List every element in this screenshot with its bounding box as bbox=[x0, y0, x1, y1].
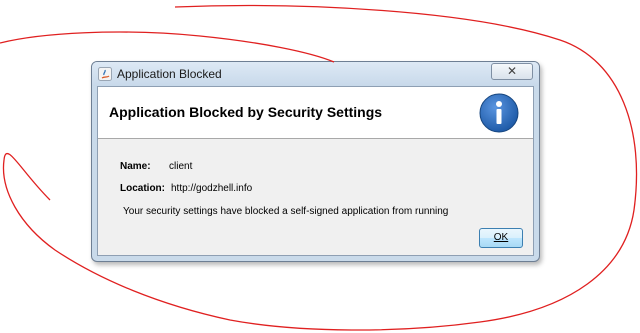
name-label: Name: bbox=[120, 161, 151, 172]
location-label: Location: bbox=[120, 183, 165, 194]
application-blocked-dialog: Application Blocked ✕ Application Blocke… bbox=[91, 61, 540, 262]
dialog-title: Application Blocked bbox=[117, 67, 222, 81]
blocked-message: Your security settings have blocked a se… bbox=[123, 206, 449, 217]
name-row: Name: client bbox=[120, 161, 192, 172]
java-app-icon bbox=[98, 67, 112, 81]
location-row: Location: http://godzhell.info bbox=[120, 183, 252, 194]
close-button[interactable]: ✕ bbox=[491, 63, 533, 80]
location-value: http://godzhell.info bbox=[171, 183, 253, 194]
ok-label: OK bbox=[493, 232, 509, 243]
dialog-body: Application Blocked by Security Settings… bbox=[97, 86, 534, 256]
dialog-titlebar[interactable]: Application Blocked ✕ bbox=[92, 62, 539, 86]
ok-button[interactable]: OK bbox=[479, 228, 523, 248]
name-value: client bbox=[169, 161, 193, 172]
dialog-header: Application Blocked by Security Settings bbox=[98, 87, 533, 139]
info-icon bbox=[479, 93, 519, 133]
header-title: Application Blocked by Security Settings bbox=[109, 104, 383, 120]
